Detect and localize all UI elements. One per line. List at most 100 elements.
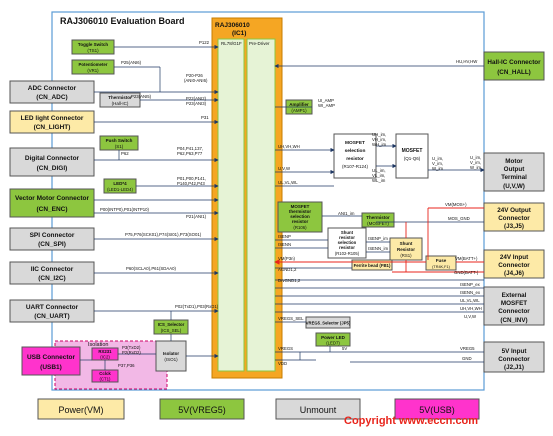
sig-p62: P62 bbox=[121, 151, 129, 156]
24v-input-name: 24V Input Connector bbox=[498, 254, 530, 269]
spi-connector-name: SPI Connector bbox=[30, 232, 75, 239]
shunt-selection-resistor: Shunt resistor selection resistor (R102-… bbox=[327, 227, 367, 259]
motor-output-terminal: Motor Output Terminal (U,V,W) bbox=[483, 152, 545, 192]
svg-text:Hall-IC Connector: Hall-IC Connector bbox=[487, 59, 541, 66]
rl78-label: RL78/G1F bbox=[221, 41, 242, 46]
push-switch: Push Switch (S1) bbox=[99, 135, 139, 151]
sig-uh-vh: UH,VH,WH bbox=[278, 144, 300, 149]
usb-connector: USB Connector (USB1) bbox=[21, 346, 81, 376]
svg-text:(R102-R105): (R102-R105) bbox=[335, 251, 360, 256]
svg-text:resistor: resistor bbox=[346, 156, 364, 162]
sig-gnd-batt: GND(BATT-) bbox=[454, 270, 479, 275]
sig-wh-im: WH_im bbox=[372, 142, 387, 147]
sig-ul-vl-wl: UL,VL,WL bbox=[460, 298, 480, 303]
toggle-switch: Toggle Switch (TS1) bbox=[71, 39, 115, 55]
fuse: Fuse (TR4K,F1) bbox=[425, 255, 457, 271]
sig-vreg5: VREG5 bbox=[460, 346, 475, 351]
sig-p25: P25(ANI6) bbox=[121, 60, 142, 65]
svg-text:(RS1): (RS1) bbox=[400, 253, 412, 258]
led-connector-ref: (CN_LIGHT) bbox=[34, 124, 71, 131]
sig-w-im-2: W_im bbox=[432, 166, 443, 171]
sig-mos-gnd: MOS_GND bbox=[448, 216, 470, 221]
sig-p20-b: (ANI0-ANI6) bbox=[184, 78, 208, 83]
sig-wi-amp: WI_AMP bbox=[318, 103, 335, 108]
24v-input-connector: 24V Input Connector (J4,J6) bbox=[483, 249, 545, 279]
vector-connector-name: Vector Motor Connector bbox=[15, 195, 90, 202]
ext-mosfet-name: External MOSFET Connector bbox=[498, 292, 530, 315]
24v-output-connector: 24V Output Connector (J3,J5) bbox=[483, 202, 545, 232]
sig-p3-b: P2(RxD2) bbox=[122, 350, 141, 355]
sig-drvgnd: DrvGND1,2 bbox=[278, 278, 301, 283]
svg-text:resistor: resistor bbox=[339, 245, 355, 250]
hall-ic-connector: Hall-IC Connector (CN_HALL) bbox=[483, 51, 545, 81]
external-mosfet-connector: External MOSFET Connector (CN_INV) bbox=[483, 286, 545, 326]
sig-isenp-im: ISENP_im bbox=[368, 236, 388, 241]
5v-input-name: 5V Input Connector bbox=[498, 348, 530, 363]
sig-vregs-sel: VREGS_SEL bbox=[278, 316, 304, 321]
sig-isenn-ex: ISENN_ex bbox=[460, 290, 481, 295]
spi-connector-ref: (CN_SPI) bbox=[38, 241, 66, 248]
sig-p04-b: P62,P63,P77 bbox=[177, 151, 203, 156]
svg-text:Power LED: Power LED bbox=[321, 335, 346, 340]
uart-connector: UART Connector (CN_UART) bbox=[9, 299, 95, 323]
shunt-resistor: Shunt Resistor (RS1) bbox=[389, 237, 423, 261]
legend-5v-vreg5-label: 5V(VREG5) bbox=[178, 405, 226, 415]
mosfet-q1-q6: MOSFET (Q1-Q6) bbox=[395, 133, 429, 179]
svg-text:(J4,J6): (J4,J6) bbox=[504, 270, 524, 277]
svg-text:RX231: RX231 bbox=[98, 349, 112, 354]
svg-text:Thermistor: Thermistor bbox=[366, 215, 390, 220]
sig-p22-b: P23(ANI3) bbox=[186, 101, 207, 106]
svg-text:Cclck: Cclck bbox=[99, 371, 111, 376]
digital-connector-ref: (CN_DIGI) bbox=[37, 165, 68, 172]
led-array: LED*4 (LED1-LED4) bbox=[103, 178, 137, 194]
sig-vdd: VDD bbox=[278, 361, 287, 366]
sig-isenp-ex: ISENP_ex bbox=[460, 282, 481, 287]
svg-text:(Q1-Q6): (Q1-Q6) bbox=[404, 156, 421, 161]
block-diagram: RAJ306010 Evaluation Board Isolation RAJ… bbox=[0, 0, 553, 436]
sig-isenn: ISENN bbox=[278, 242, 291, 247]
sig-isenp: ISENP bbox=[278, 234, 291, 239]
svg-text:(J2,J1): (J2,J1) bbox=[504, 364, 524, 371]
svg-text:(IC2): (IC2) bbox=[100, 355, 110, 360]
svg-text:Amplifier: Amplifier bbox=[289, 102, 309, 107]
svg-text:MOSFET: MOSFET bbox=[402, 148, 423, 154]
digital-connector-name: Digital Connector bbox=[25, 155, 80, 162]
svg-text:(S1): (S1) bbox=[115, 144, 124, 149]
vector-motor-connector: Vector Motor Connector (CN_ENC) bbox=[9, 188, 95, 218]
svg-text:Push Switch: Push Switch bbox=[106, 138, 133, 143]
cclck: Cclck (CT1) bbox=[91, 369, 119, 383]
sig-w-im: W_im bbox=[470, 165, 481, 170]
rx231: RX231 (IC2) bbox=[91, 347, 119, 361]
svg-text:Resistor: Resistor bbox=[397, 247, 415, 252]
svg-text:(U,V,W): (U,V,W) bbox=[503, 183, 525, 190]
legend-power-vm-label: Power(VM) bbox=[58, 405, 103, 415]
legend-5v-usb-label: 5V(USB) bbox=[419, 405, 455, 415]
5v-input-connector: 5V Input Connector (J2,J1) bbox=[483, 341, 545, 373]
svg-text:(VR1): (VR1) bbox=[87, 68, 99, 73]
sig-p01-b: P140,P42,P43 bbox=[177, 181, 205, 186]
ic1-name: RAJ306010 bbox=[215, 22, 250, 29]
iic-connector: IIC Connector (CN_I2C) bbox=[9, 261, 95, 285]
potentiometer: Potentiometer (VR1) bbox=[71, 59, 115, 75]
sig-p75: P75,P76(SCK01),P74(SI01),P73(SO01) bbox=[125, 232, 202, 237]
sig-uvw: U,V,W bbox=[278, 166, 291, 171]
svg-text:(TS1): (TS1) bbox=[87, 48, 99, 53]
sig-vregs: VREGS bbox=[278, 346, 293, 351]
sig-wl-im: WL_im bbox=[372, 178, 386, 183]
led-connector-name: LED light Connector bbox=[21, 115, 84, 122]
digital-connector: Digital Connector (CN_DIGI) bbox=[9, 147, 95, 177]
sig-p31: P31 bbox=[201, 115, 209, 120]
watermark: Copyright www.eccn.com bbox=[344, 415, 478, 427]
led-light-connector: LED light Connector (CN_LIGHT) bbox=[9, 110, 95, 134]
sig-p00: P00(INTP0),P01(INTP10) bbox=[100, 207, 150, 212]
sig-p122: P122 bbox=[199, 40, 210, 45]
svg-text:(R107-R124): (R107-R124) bbox=[342, 164, 369, 169]
sig-agnd: AGND1,2 bbox=[278, 267, 297, 272]
spi-connector: SPI Connector (CN_SPI) bbox=[9, 227, 95, 251]
uart-connector-name: UART Connector bbox=[26, 304, 79, 311]
power-led: Power LED (LED7) bbox=[315, 332, 351, 347]
isolation-label: Isolation bbox=[88, 342, 109, 348]
thermistor-mosfet: Thermistor (MOSFET) bbox=[361, 212, 395, 228]
iic-connector-name: IIC Connector bbox=[31, 266, 74, 273]
rl78-core bbox=[217, 38, 245, 372]
